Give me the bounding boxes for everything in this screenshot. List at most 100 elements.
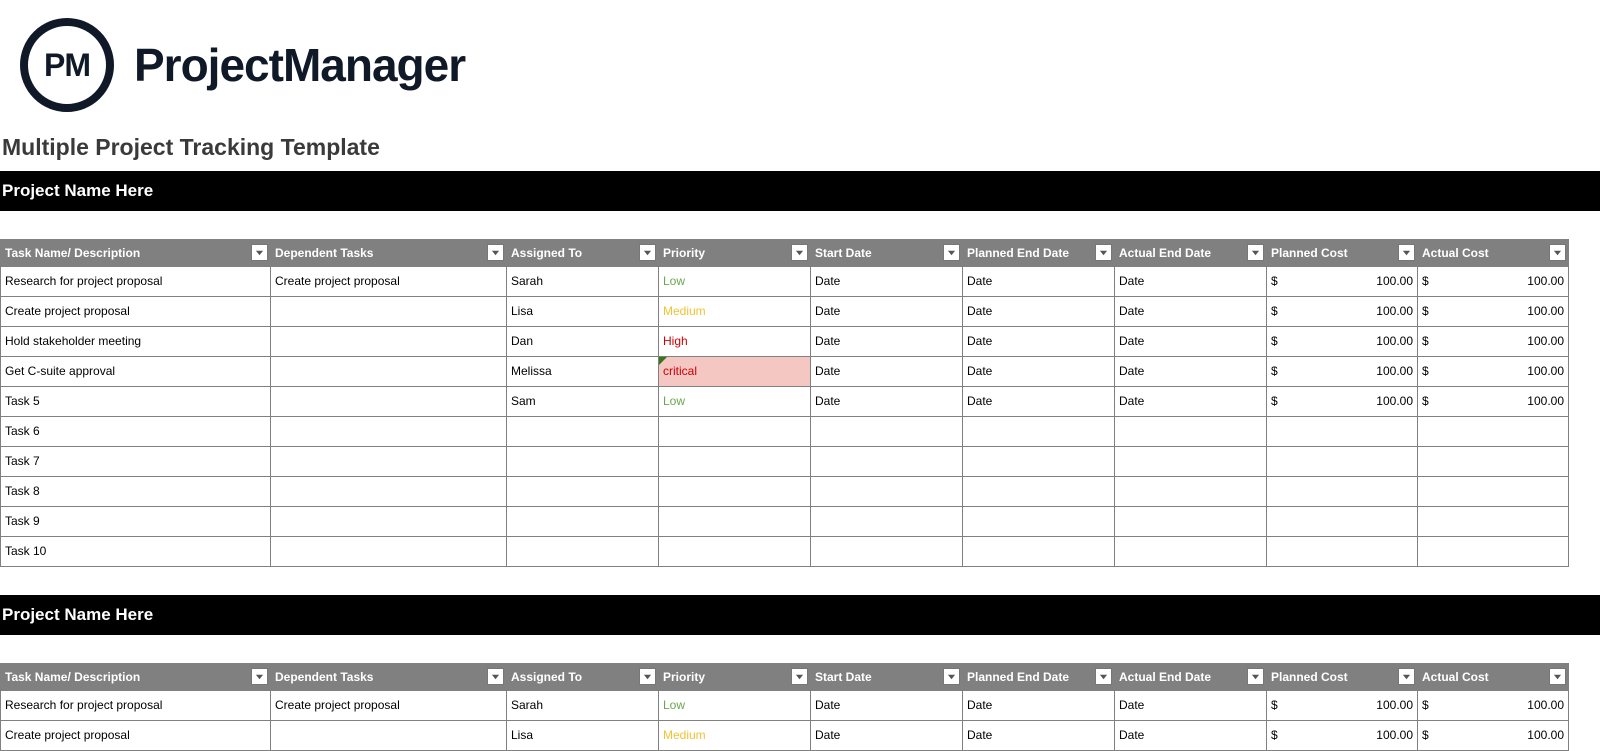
cell-priority[interactable]: Medium bbox=[659, 296, 811, 326]
cell-planned-end[interactable]: Date bbox=[963, 296, 1115, 326]
cell-priority[interactable]: Medium bbox=[659, 720, 811, 750]
cell-dependent[interactable]: Create project proposal bbox=[271, 266, 507, 296]
cell-actual-cost[interactable] bbox=[1418, 416, 1569, 446]
column-header[interactable]: Task Name/ Description bbox=[1, 663, 271, 690]
cell-actual-cost[interactable] bbox=[1418, 506, 1569, 536]
cell-task[interactable]: Task 7 bbox=[1, 446, 271, 476]
cell-actual-end[interactable]: Date bbox=[1115, 326, 1267, 356]
cell-task[interactable]: Task 9 bbox=[1, 506, 271, 536]
cell-planned-end[interactable]: Date bbox=[963, 266, 1115, 296]
filter-dropdown-icon[interactable] bbox=[1549, 668, 1566, 685]
cell-dependent[interactable]: Create project proposal bbox=[271, 690, 507, 720]
column-header[interactable]: Start Date bbox=[811, 239, 963, 266]
filter-dropdown-icon[interactable] bbox=[487, 244, 504, 261]
cell-dependent[interactable] bbox=[271, 326, 507, 356]
cell-start-date[interactable]: Date bbox=[811, 356, 963, 386]
cell-actual-end[interactable] bbox=[1115, 506, 1267, 536]
cell-task[interactable]: Task 5 bbox=[1, 386, 271, 416]
column-header[interactable]: Actual Cost bbox=[1418, 239, 1569, 266]
cell-priority[interactable]: Low bbox=[659, 690, 811, 720]
cell-planned-cost[interactable]: $100.00 bbox=[1267, 356, 1418, 386]
cell-dependent[interactable] bbox=[271, 720, 507, 750]
cell-start-date[interactable] bbox=[811, 476, 963, 506]
cell-planned-cost[interactable] bbox=[1267, 416, 1418, 446]
cell-planned-cost[interactable] bbox=[1267, 506, 1418, 536]
filter-dropdown-icon[interactable] bbox=[1247, 244, 1264, 261]
cell-task[interactable]: Hold stakeholder meeting bbox=[1, 326, 271, 356]
filter-dropdown-icon[interactable] bbox=[487, 668, 504, 685]
cell-actual-cost[interactable] bbox=[1418, 476, 1569, 506]
cell-priority[interactable] bbox=[659, 416, 811, 446]
filter-dropdown-icon[interactable] bbox=[1095, 668, 1112, 685]
cell-assigned[interactable]: Sam bbox=[507, 386, 659, 416]
cell-priority[interactable] bbox=[659, 536, 811, 566]
column-header[interactable]: Assigned To bbox=[507, 239, 659, 266]
cell-dependent[interactable] bbox=[271, 386, 507, 416]
cell-task[interactable]: Task 6 bbox=[1, 416, 271, 446]
cell-planned-end[interactable]: Date bbox=[963, 386, 1115, 416]
cell-assigned[interactable] bbox=[507, 446, 659, 476]
cell-dependent[interactable] bbox=[271, 416, 507, 446]
cell-task[interactable]: Research for project proposal bbox=[1, 266, 271, 296]
cell-planned-cost[interactable]: $100.00 bbox=[1267, 326, 1418, 356]
cell-priority[interactable]: High bbox=[659, 326, 811, 356]
cell-assigned[interactable]: Sarah bbox=[507, 266, 659, 296]
cell-planned-cost[interactable]: $100.00 bbox=[1267, 690, 1418, 720]
cell-planned-cost[interactable]: $100.00 bbox=[1267, 386, 1418, 416]
filter-dropdown-icon[interactable] bbox=[1095, 244, 1112, 261]
cell-planned-cost[interactable]: $100.00 bbox=[1267, 266, 1418, 296]
filter-dropdown-icon[interactable] bbox=[1398, 244, 1415, 261]
column-header[interactable]: Planned Cost bbox=[1267, 239, 1418, 266]
cell-start-date[interactable] bbox=[811, 506, 963, 536]
cell-priority[interactable] bbox=[659, 446, 811, 476]
column-header[interactable]: Priority bbox=[659, 663, 811, 690]
cell-priority[interactable]: critical bbox=[659, 356, 811, 386]
cell-planned-cost[interactable] bbox=[1267, 476, 1418, 506]
cell-assigned[interactable]: Melissa bbox=[507, 356, 659, 386]
column-header[interactable]: Assigned To bbox=[507, 663, 659, 690]
column-header[interactable]: Task Name/ Description bbox=[1, 239, 271, 266]
cell-start-date[interactable]: Date bbox=[811, 296, 963, 326]
cell-planned-end[interactable] bbox=[963, 476, 1115, 506]
cell-start-date[interactable] bbox=[811, 446, 963, 476]
filter-dropdown-icon[interactable] bbox=[639, 244, 656, 261]
filter-dropdown-icon[interactable] bbox=[251, 668, 268, 685]
cell-actual-end[interactable] bbox=[1115, 536, 1267, 566]
filter-dropdown-icon[interactable] bbox=[1398, 668, 1415, 685]
cell-start-date[interactable] bbox=[811, 416, 963, 446]
cell-assigned[interactable]: Sarah bbox=[507, 690, 659, 720]
cell-actual-cost[interactable]: $100.00 bbox=[1418, 296, 1569, 326]
column-header[interactable]: Planned Cost bbox=[1267, 663, 1418, 690]
cell-actual-end[interactable] bbox=[1115, 476, 1267, 506]
filter-dropdown-icon[interactable] bbox=[943, 244, 960, 261]
filter-dropdown-icon[interactable] bbox=[943, 668, 960, 685]
cell-planned-end[interactable] bbox=[963, 506, 1115, 536]
cell-planned-end[interactable]: Date bbox=[963, 720, 1115, 750]
cell-planned-end[interactable]: Date bbox=[963, 690, 1115, 720]
cell-actual-cost[interactable]: $100.00 bbox=[1418, 326, 1569, 356]
cell-planned-cost[interactable]: $100.00 bbox=[1267, 296, 1418, 326]
cell-start-date[interactable] bbox=[811, 536, 963, 566]
cell-priority[interactable] bbox=[659, 476, 811, 506]
column-header[interactable]: Planned End Date bbox=[963, 239, 1115, 266]
cell-dependent[interactable] bbox=[271, 446, 507, 476]
filter-dropdown-icon[interactable] bbox=[791, 244, 808, 261]
cell-assigned[interactable]: Lisa bbox=[507, 296, 659, 326]
cell-actual-cost[interactable] bbox=[1418, 536, 1569, 566]
cell-start-date[interactable]: Date bbox=[811, 720, 963, 750]
cell-dependent[interactable] bbox=[271, 476, 507, 506]
column-header[interactable]: Start Date bbox=[811, 663, 963, 690]
cell-actual-end[interactable]: Date bbox=[1115, 296, 1267, 326]
cell-dependent[interactable] bbox=[271, 296, 507, 326]
cell-task[interactable]: Task 8 bbox=[1, 476, 271, 506]
cell-dependent[interactable] bbox=[271, 356, 507, 386]
cell-planned-end[interactable] bbox=[963, 446, 1115, 476]
cell-planned-end[interactable] bbox=[963, 416, 1115, 446]
cell-planned-end[interactable]: Date bbox=[963, 326, 1115, 356]
cell-actual-end[interactable]: Date bbox=[1115, 266, 1267, 296]
cell-assigned[interactable] bbox=[507, 506, 659, 536]
cell-assigned[interactable]: Lisa bbox=[507, 720, 659, 750]
cell-task[interactable]: Get C-suite approval bbox=[1, 356, 271, 386]
cell-planned-cost[interactable] bbox=[1267, 536, 1418, 566]
cell-task[interactable]: Create project proposal bbox=[1, 720, 271, 750]
